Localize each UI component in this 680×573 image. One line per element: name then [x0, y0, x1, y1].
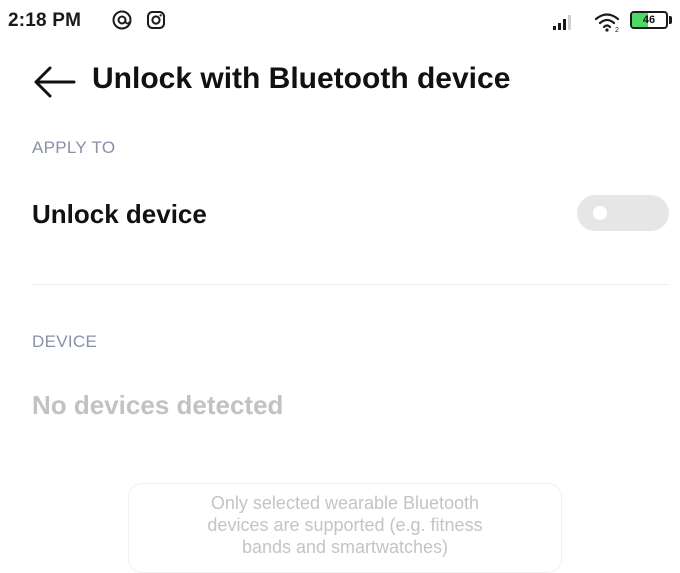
no-devices-text: No devices detected	[32, 390, 284, 420]
info-line: devices are supported (e.g. fitness	[207, 515, 483, 535]
at-sign-icon	[112, 10, 132, 30]
signal-icon	[553, 15, 571, 30]
battery-icon: 46	[630, 11, 668, 29]
section-label-device: DEVICE	[32, 332, 98, 351]
battery-level: 46	[642, 14, 656, 26]
status-time: 2:18 PM	[8, 10, 82, 31]
instagram-icon	[147, 11, 165, 29]
svg-text:2: 2	[615, 27, 619, 33]
section-label-apply-to: APPLY TO	[32, 138, 116, 157]
divider	[32, 284, 669, 285]
unlock-device-toggle[interactable]	[577, 195, 669, 231]
back-arrow-icon[interactable]	[30, 60, 78, 104]
info-card: Only selected wearable Bluetooth devices…	[128, 483, 562, 573]
toggle-knob	[593, 206, 607, 220]
page-title: Unlock with Bluetooth device	[92, 62, 511, 95]
status-bar: 2:18 PM 2 46	[0, 0, 680, 42]
unlock-device-label: Unlock device	[32, 199, 207, 229]
info-line: bands and smartwatches)	[241, 537, 449, 557]
battery-tip	[669, 16, 672, 24]
wifi-icon: 2	[594, 13, 620, 33]
info-line: Only selected wearable Bluetooth	[210, 493, 480, 513]
unlock-device-row[interactable]: Unlock device	[0, 185, 680, 245]
